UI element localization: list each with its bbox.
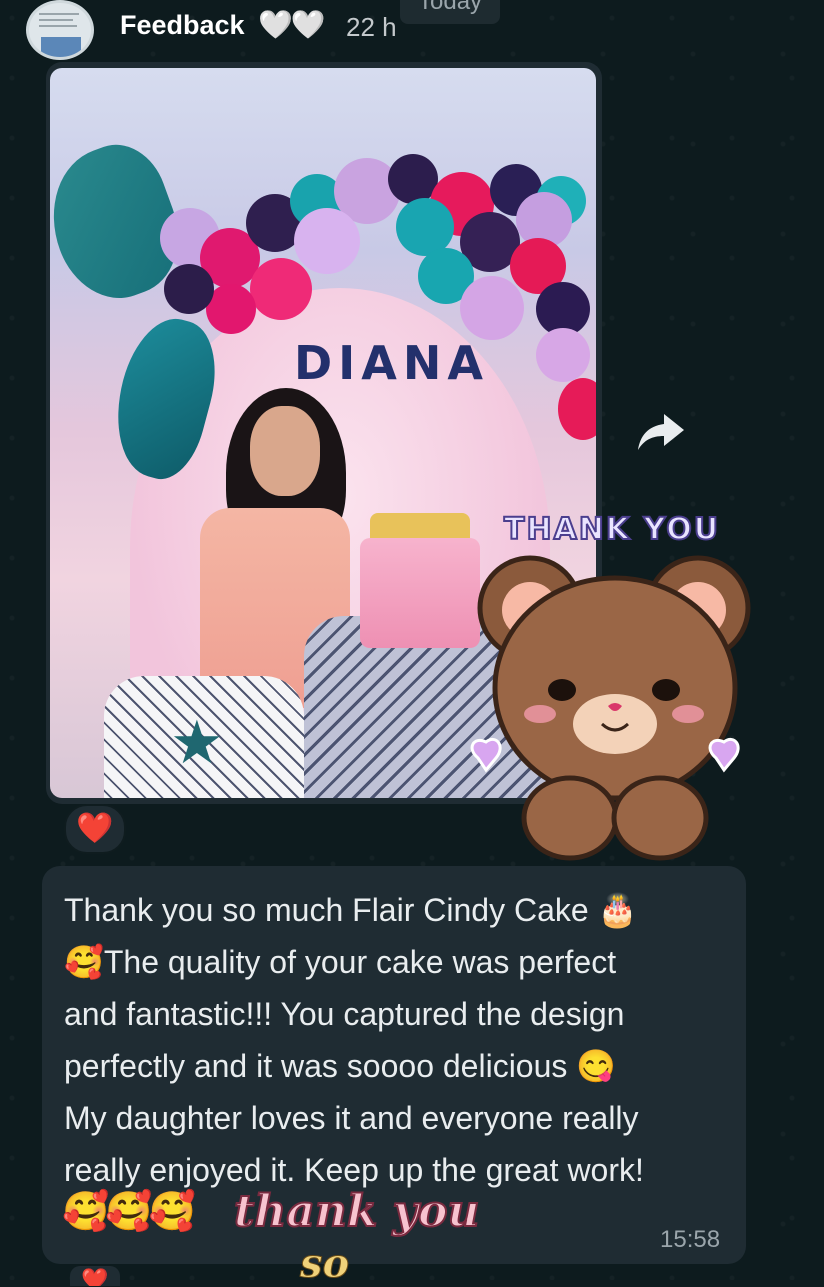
avatar[interactable] [26, 0, 94, 60]
message-timestamp: 15:58 [660, 1226, 721, 1253]
story-header: Feedback 🤍🤍 22 h Today [0, 0, 824, 62]
starfish-icon: ★ [170, 709, 224, 776]
message-line: 🥰The quality of your cake was perfect [64, 944, 617, 980]
date-separator: Today [400, 0, 501, 24]
balloon [294, 208, 360, 274]
sticker-caption: THANK YOU [503, 511, 721, 548]
balloon [164, 264, 214, 314]
birthday-cake [360, 538, 480, 648]
banner-name: DIANA [294, 336, 489, 390]
message-line: Thank you so much Flair Cindy Cake 🎂 [64, 892, 638, 928]
next-heart-reaction[interactable]: ❤️ [70, 1266, 120, 1286]
bear-sticker[interactable] [470, 548, 760, 868]
balloon [536, 328, 590, 382]
thank-you-sticker-text: thank you [233, 1185, 481, 1238]
heart-reaction[interactable]: ❤️ [64, 804, 126, 854]
message-line: and fantastic!!! You captured the design [64, 996, 625, 1032]
story-title: Feedback [120, 10, 245, 40]
balloon [460, 276, 524, 340]
message-line: perfectly and it was soooo delicious 😋 [64, 1048, 617, 1084]
avatar-doc-line [39, 13, 79, 15]
girl-face [250, 406, 320, 496]
balloon [558, 378, 596, 440]
story-time: 22 h [346, 12, 397, 42]
balloon [250, 258, 312, 320]
avatar-image [41, 37, 81, 57]
white-heart-icons: 🤍🤍 [258, 9, 326, 40]
smiling-hearts-emojis: 🥰🥰🥰 [62, 1191, 196, 1233]
avatar-doc-line [39, 19, 73, 21]
message-text: Thank you so much Flair Cindy Cake 🎂 🥰Th… [64, 884, 728, 1196]
forward-icon[interactable] [634, 410, 686, 452]
message-line: My daughter loves it and everyone really [64, 1100, 639, 1136]
avatar-doc-line [39, 25, 77, 27]
